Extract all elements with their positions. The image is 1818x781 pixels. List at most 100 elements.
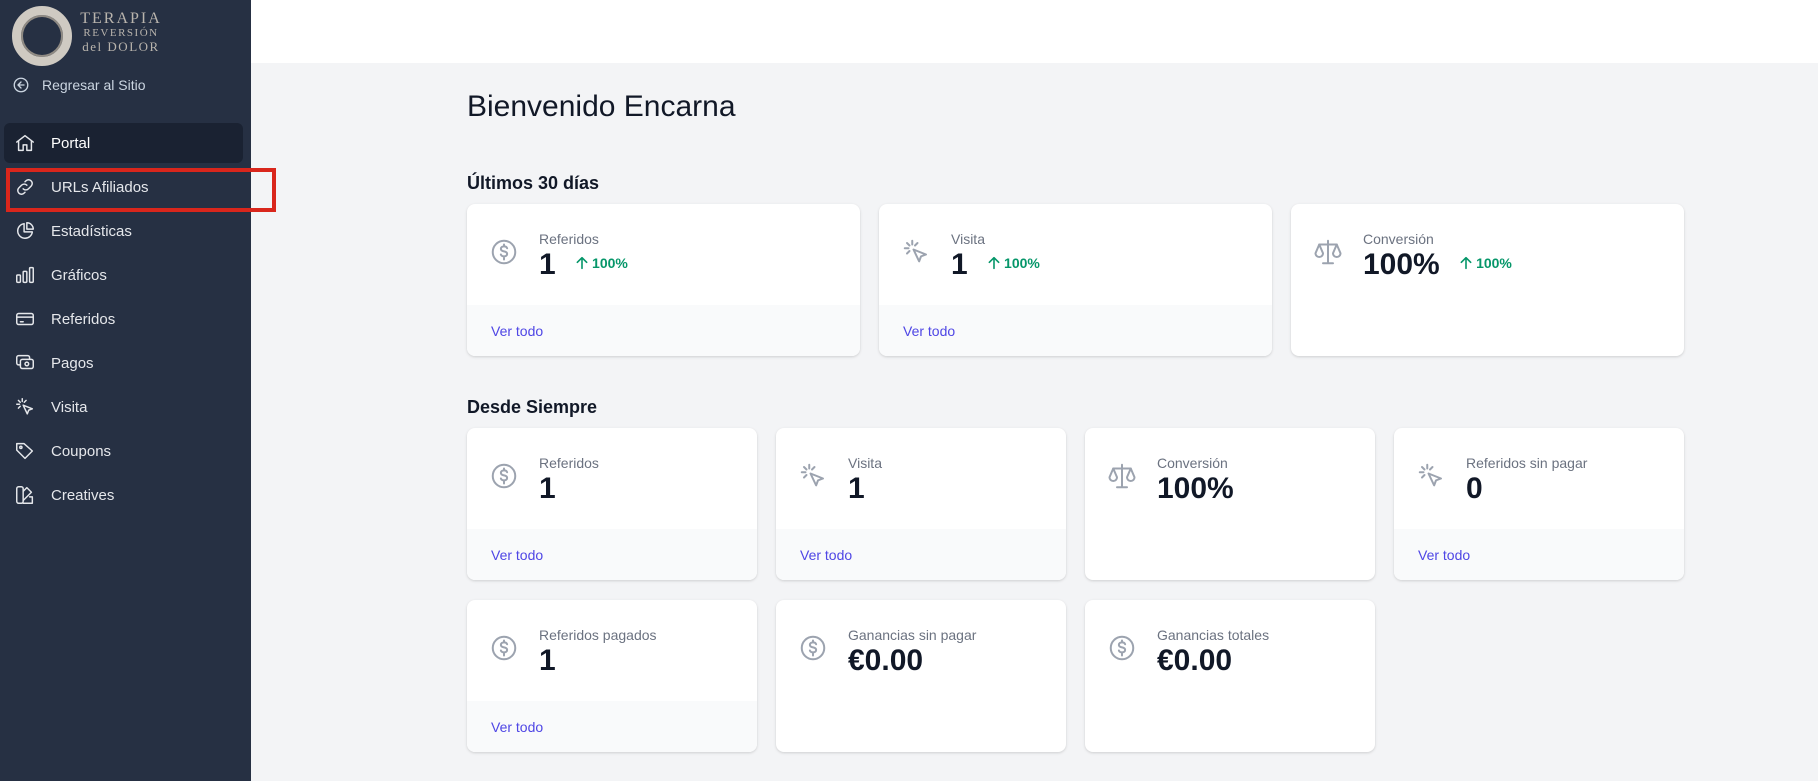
sidebar-item-estadisticas[interactable]: Estadísticas — [4, 211, 243, 251]
card-footer: Ver todo — [776, 529, 1066, 580]
sidebar-item-label: Visita — [51, 398, 88, 416]
stat-value: 1 100% — [539, 248, 628, 282]
view-all-link[interactable]: Ver todo — [800, 547, 852, 563]
stat-label: Referidos sin pagar — [1466, 455, 1588, 471]
card-footer: Ver todo — [879, 305, 1272, 356]
stat-card-referidos-30d: Referidos 1 100% Ver todo — [467, 204, 860, 356]
sidebar-item-label: Portal — [51, 134, 91, 152]
sidebar-item-label: Pagos — [51, 354, 94, 372]
stat-label: Visita — [848, 455, 882, 471]
stat-label: Ganancias totales — [1157, 627, 1270, 643]
stat-label: Conversión — [1157, 455, 1228, 471]
logo-text: TERAPIA REVERSIÓN del DOLOR — [76, 10, 166, 54]
scale-icon — [1107, 461, 1137, 491]
view-all-link[interactable]: Ver todo — [1418, 547, 1470, 563]
currency-dollar-icon — [489, 461, 519, 491]
stat-card-visita-all: Visita 1 Ver todo — [776, 428, 1066, 580]
arrow-left-circle-icon — [12, 76, 30, 94]
back-to-site-link[interactable]: Regresar al Sitio — [12, 74, 146, 96]
card-footer: Ver todo — [1394, 529, 1684, 580]
tag-icon — [14, 440, 36, 462]
stat-card-conversion-all: Conversión 100% — [1085, 428, 1375, 580]
bar-chart-icon — [14, 264, 36, 286]
stat-value: 1 — [848, 472, 865, 505]
stat-value: 100% — [1157, 472, 1234, 505]
sidebar-item-label: Coupons — [51, 442, 112, 460]
sidebar-item-label: Gráficos — [51, 266, 107, 284]
currency-dollar-icon — [489, 633, 519, 663]
home-icon — [14, 132, 36, 154]
view-all-link[interactable]: Ver todo — [491, 719, 543, 735]
section-title-all-time: Desde Siempre — [467, 397, 598, 417]
trend-value: 100% — [1004, 255, 1040, 272]
sidebar-item-visita[interactable]: Visita — [4, 387, 243, 427]
arrow-up-icon — [988, 256, 1000, 270]
logo-line-1: TERAPIA — [80, 10, 162, 27]
cursor-click-icon — [798, 461, 828, 491]
stat-value: 100% 100% — [1363, 248, 1512, 282]
sidebar-item-label: Referidos — [51, 310, 116, 328]
section-title-last-30-days: Últimos 30 días — [467, 173, 600, 193]
logo-line-3: del DOLOR — [82, 39, 160, 54]
sidebar-item-label: Creatives — [51, 486, 115, 504]
logo-ring-icon — [12, 6, 72, 66]
stat-label: Conversión — [1363, 231, 1434, 247]
highlight-annotation — [6, 168, 276, 212]
trend-badge: 100% — [1458, 255, 1512, 271]
stat-label: Referidos pagados — [539, 627, 657, 643]
logo-line-2: REVERSIÓN — [83, 27, 159, 39]
sidebar-item-label: Estadísticas — [51, 222, 132, 240]
view-all-link[interactable]: Ver todo — [491, 323, 543, 339]
currency-dollar-icon — [798, 633, 828, 663]
currency-dollar-icon — [1107, 633, 1137, 663]
stat-card-visita-30d: Visita 1 100% Ver todo — [879, 204, 1272, 356]
arrow-up-icon — [1460, 256, 1472, 270]
stat-value-number: 1 — [951, 248, 968, 281]
sidebar-item-referidos[interactable]: Referidos — [4, 299, 243, 339]
trend-value: 100% — [592, 255, 628, 272]
stat-card-conversion-30d: Conversión 100% 100% — [1291, 204, 1684, 356]
stat-card-ganancias-sin-pagar: Ganancias sin pagar €0.00 — [776, 600, 1066, 752]
sidebar-item-creatives[interactable]: Creatives — [4, 475, 243, 515]
trend-badge: 100% — [986, 255, 1040, 271]
site-logo[interactable]: TERAPIA REVERSIÓN del DOLOR — [12, 6, 162, 66]
currency-dollar-icon — [489, 237, 519, 267]
swatch-icon — [14, 484, 36, 506]
card-footer: Ver todo — [467, 701, 757, 752]
card-footer: Ver todo — [467, 305, 860, 356]
credit-card-icon — [14, 308, 36, 330]
stat-card-referidos-all: Referidos 1 Ver todo — [467, 428, 757, 580]
cash-icon — [14, 352, 36, 374]
sidebar-item-graficos[interactable]: Gráficos — [4, 255, 243, 295]
stat-card-ganancias-totales: Ganancias totales €0.00 — [1085, 600, 1375, 752]
trend-value: 100% — [1476, 255, 1512, 272]
top-bar — [251, 0, 1818, 63]
scale-icon — [1313, 237, 1343, 267]
stat-value-number: 1 — [539, 248, 556, 281]
stat-value: 1 100% — [951, 248, 1040, 282]
sidebar-item-coupons[interactable]: Coupons — [4, 431, 243, 471]
stat-value: 1 — [539, 644, 556, 677]
trend-badge: 100% — [574, 255, 628, 271]
sidebar: TERAPIA REVERSIÓN del DOLOR Regresar al … — [0, 0, 251, 781]
stat-value-number: 100% — [1363, 248, 1440, 281]
arrow-up-icon — [576, 256, 588, 270]
stat-label: Referidos — [539, 231, 599, 247]
stat-card-referidos-sin-pagar: Referidos sin pagar 0 Ver todo — [1394, 428, 1684, 580]
stat-card-referidos-pagados: Referidos pagados 1 Ver todo — [467, 600, 757, 752]
view-all-link[interactable]: Ver todo — [903, 323, 955, 339]
stat-label: Referidos — [539, 455, 599, 471]
cursor-click-icon — [901, 237, 931, 267]
sidebar-item-portal[interactable]: Portal — [4, 123, 243, 163]
stat-value: €0.00 — [848, 644, 924, 677]
back-to-site-label: Regresar al Sitio — [42, 77, 146, 93]
stat-value: 0 — [1466, 472, 1483, 505]
cursor-click-icon — [14, 396, 36, 418]
sidebar-item-pagos[interactable]: Pagos — [4, 343, 243, 383]
page-title: Bienvenido Encarna — [467, 90, 736, 123]
view-all-link[interactable]: Ver todo — [491, 547, 543, 563]
stat-value: 1 — [539, 472, 556, 505]
stat-label: Visita — [951, 231, 985, 247]
pie-chart-icon — [14, 220, 36, 242]
cursor-click-icon — [1416, 461, 1446, 491]
